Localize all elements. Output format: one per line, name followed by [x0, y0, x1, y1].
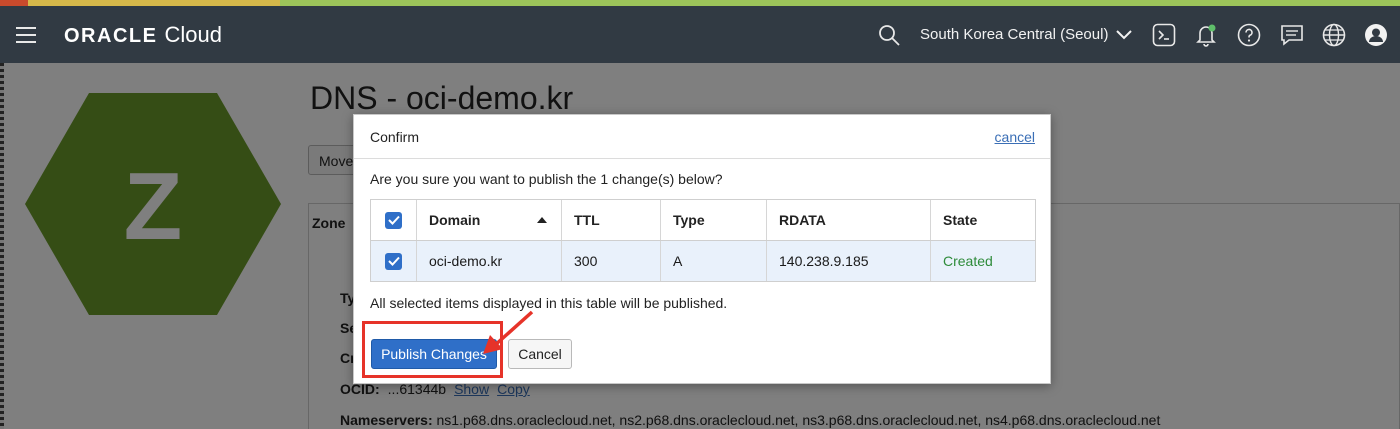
brand-oracle: ORACLE — [64, 25, 158, 47]
cell-ttl: 300 — [562, 241, 661, 281]
chevron-down-icon — [1116, 29, 1133, 39]
oracle-cloud-logo[interactable]: ORACLE Cloud — [64, 22, 222, 48]
changes-table: Domain TTL Type RDATA State oci-demo.kr … — [370, 199, 1036, 282]
search-icon[interactable] — [876, 22, 902, 48]
globe-icon[interactable] — [1321, 22, 1347, 48]
cell-rdata: 140.238.9.185 — [767, 241, 931, 281]
table-row: oci-demo.kr 300 A 140.238.9.185 Created — [371, 241, 1035, 281]
table-header: Domain TTL Type RDATA State — [371, 200, 1035, 241]
sort-ascending-icon — [537, 217, 547, 223]
region-selector[interactable]: South Korea Central (Seoul) — [920, 26, 1133, 43]
column-header-domain-label: Domain — [429, 212, 481, 228]
top-navigation-bar: ORACLE Cloud South Korea Central (Seoul) — [0, 6, 1400, 63]
cloud-shell-icon[interactable] — [1151, 22, 1177, 48]
select-all-cell — [371, 200, 417, 240]
dialog-note: All selected items displayed in this tab… — [370, 295, 728, 311]
help-icon[interactable] — [1236, 22, 1262, 48]
brand-cloud: Cloud — [164, 22, 222, 47]
bell-icon[interactable] — [1193, 22, 1219, 48]
column-header-domain[interactable]: Domain — [417, 200, 562, 240]
column-header-ttl: TTL — [562, 200, 661, 240]
annotation-arrow-icon — [483, 310, 534, 354]
dialog-title: Confirm — [370, 129, 420, 145]
dialog-cancel-link[interactable]: cancel — [995, 129, 1035, 145]
cell-state: Created — [943, 253, 993, 269]
dialog-question: Are you sure you want to publish the 1 c… — [370, 171, 723, 187]
region-label: South Korea Central (Seoul) — [920, 26, 1109, 43]
window-edge — [0, 63, 4, 429]
column-header-rdata: RDATA — [767, 200, 931, 240]
chat-icon[interactable] — [1279, 22, 1305, 48]
cell-type: A — [661, 241, 767, 281]
row-select-cell — [371, 241, 417, 281]
menu-icon[interactable] — [16, 27, 36, 43]
column-header-state: State — [943, 212, 978, 228]
cell-domain: oci-demo.kr — [417, 241, 562, 281]
select-all-checkbox[interactable] — [385, 211, 402, 229]
user-icon[interactable] — [1363, 22, 1389, 48]
column-header-type: Type — [661, 200, 767, 240]
dialog-header: Confirm cancel — [354, 115, 1050, 159]
row-checkbox[interactable] — [385, 252, 402, 270]
